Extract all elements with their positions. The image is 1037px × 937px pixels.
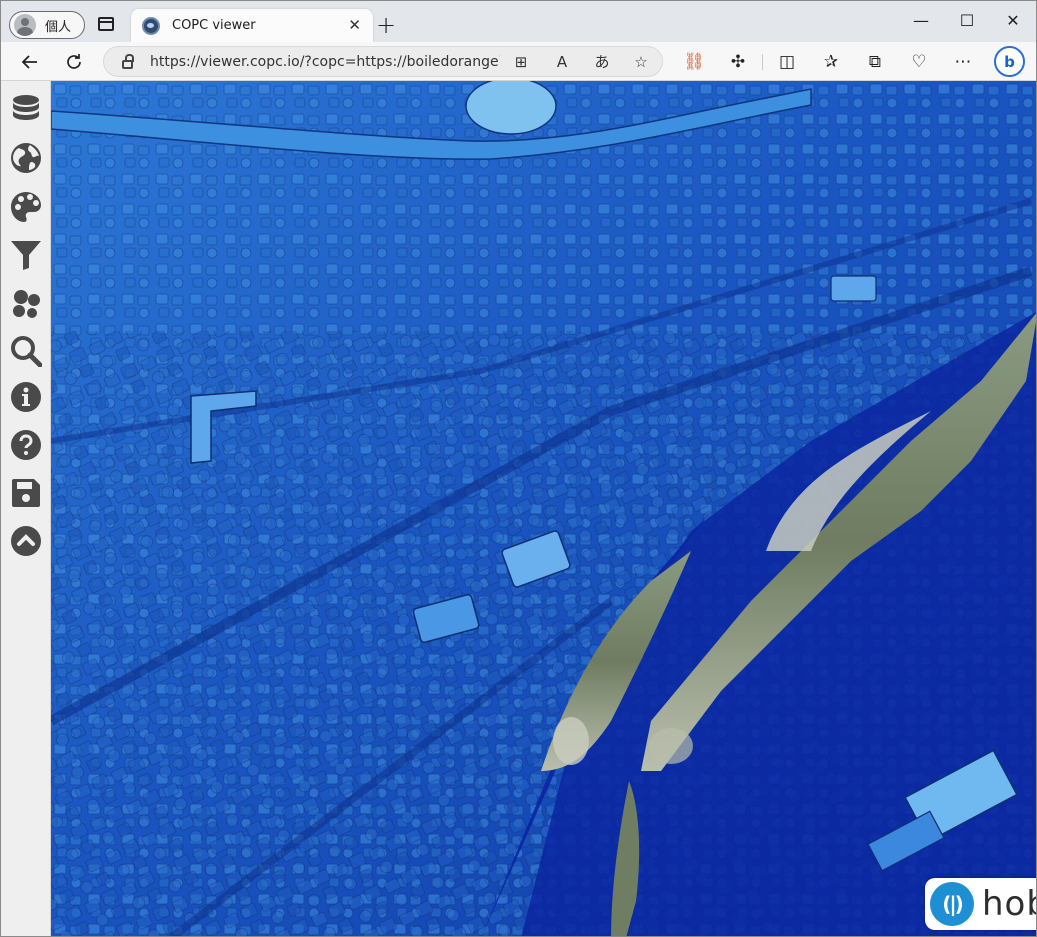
read-aloud-icon[interactable]: A [551,51,573,73]
hobu-logo-text: hobu [982,884,1036,924]
help-icon[interactable] [10,429,42,461]
hobu-mark-icon: (|) [930,882,974,926]
navigation-bar: https://viewer.copc.io/?copc=https://boi… [1,42,1036,81]
tab-copc-viewer[interactable]: COPC viewer ✕ [131,9,373,42]
globe-icon[interactable] [10,142,42,174]
more-icon[interactable]: ⋯ [948,47,978,77]
collections-icon[interactable]: ⧉ [860,47,890,77]
favorite-star-icon[interactable]: ☆ [630,51,652,73]
refresh-icon[interactable] [59,47,89,77]
translate-icon[interactable]: あ [591,51,613,73]
url-text[interactable]: https://viewer.copc.io/?copc=https://boi… [150,54,500,70]
extensions-icon[interactable]: ✣ [723,47,753,77]
tab-strip: 個人 COPC viewer ✕ + — ☐ ✕ [1,1,1036,42]
copc-favicon-icon [142,16,160,35]
close-window-button[interactable]: ✕ [990,7,1036,35]
maximize-button[interactable]: ☐ [944,7,990,35]
cluster-icon[interactable] [10,287,42,319]
save-icon[interactable] [10,477,42,509]
lock-icon[interactable] [122,53,134,69]
tab-close-button[interactable]: ✕ [348,18,361,33]
tab-actions-icon[interactable] [98,17,114,31]
avatar-icon [14,14,36,36]
address-bar[interactable]: https://viewer.copc.io/?copc=https://boi… [103,46,663,77]
viewer-sidebar [1,81,51,936]
point-cloud-render[interactable] [51,81,1037,937]
copc-viewer: (|) hobu [1,81,1037,937]
palette-icon[interactable] [10,191,42,223]
tab-title: COPC viewer [172,18,256,33]
filter-icon[interactable] [10,239,42,271]
bing-icon[interactable]: b [994,46,1025,77]
database-icon[interactable] [10,93,42,125]
toolbar-divider [762,54,763,70]
search-icon[interactable] [10,335,42,367]
chevron-up-icon[interactable] [10,525,42,557]
back-icon[interactable] [15,47,45,77]
split-window-icon[interactable]: ◫ [772,47,802,77]
point-cloud-map[interactable]: (|) hobu [51,81,1037,937]
minimize-button[interactable]: — [898,7,944,35]
browser-window: 個人 COPC viewer ✕ + — ☐ ✕ https://viewer.… [0,0,1037,937]
favorites-icon[interactable]: ✰ [816,47,846,77]
split-screen-icon[interactable]: ⊞ [510,51,532,73]
hobu-logo[interactable]: (|) hobu [925,878,1036,930]
link-icon[interactable]: ⛓ [679,47,709,77]
browser-essentials-icon[interactable]: ♡ [904,47,934,77]
info-icon[interactable] [10,381,42,413]
new-tab-button[interactable]: + [376,13,396,37]
profile-label: 個人 [45,19,72,35]
profile-button[interactable]: 個人 [9,11,85,39]
